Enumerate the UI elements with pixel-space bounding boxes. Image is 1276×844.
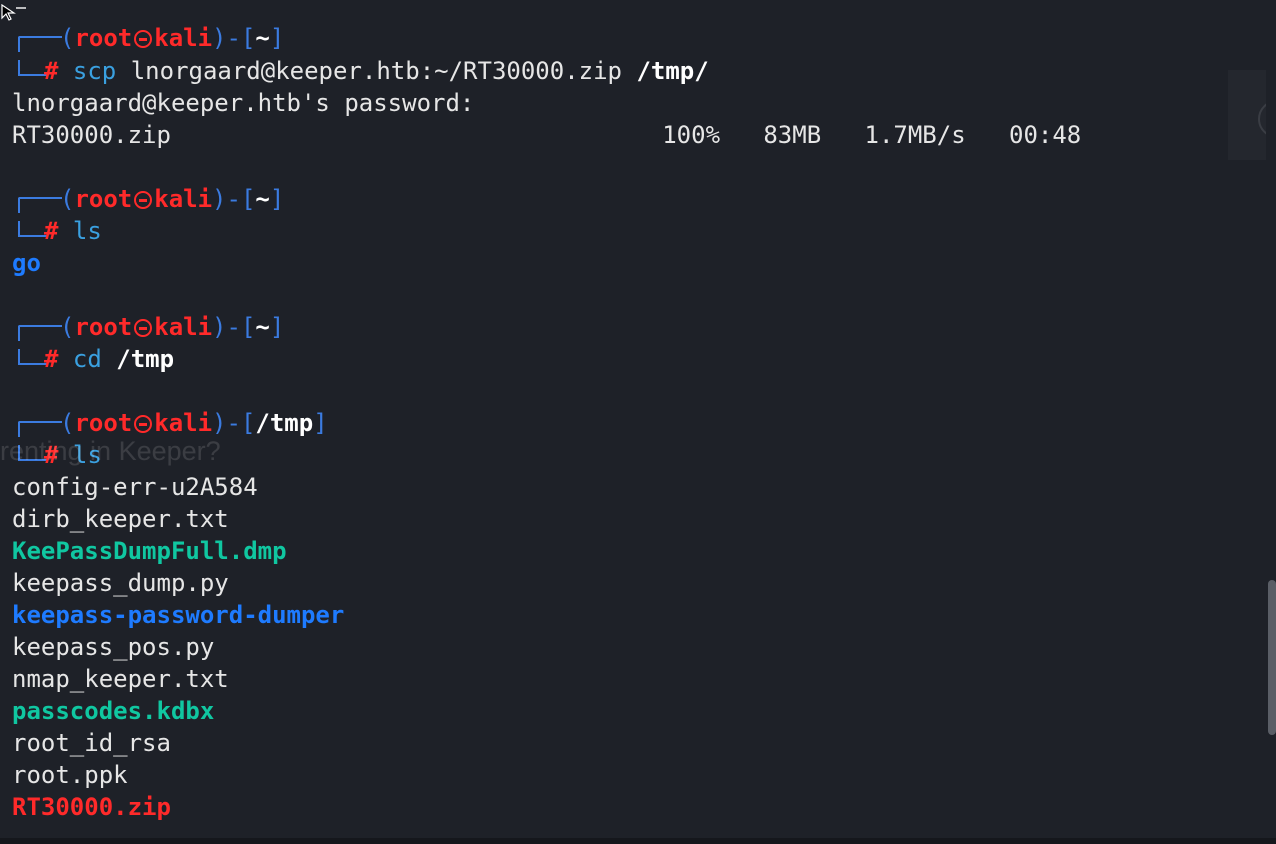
bottom-border xyxy=(0,838,1276,844)
prompt-frame-top xyxy=(18,197,62,213)
file-entry-special: passcodes.kdbx xyxy=(12,697,215,725)
output-line: lnorgaard@keeper.htb's password: xyxy=(12,89,475,117)
output-line: RT30000.zip 100% 83MB 1.7MB/s 00:48 xyxy=(12,121,1082,149)
file-entry: nmap_keeper.txt xyxy=(12,665,229,693)
prompt-frame-top xyxy=(18,325,62,341)
file-entry: dirb_keeper.txt xyxy=(12,505,229,533)
kali-skull-icon xyxy=(134,415,153,433)
file-entry: root.ppk xyxy=(12,761,128,789)
overlay-ghost-text: renting in Keeper? xyxy=(0,436,221,466)
kali-skull-icon xyxy=(134,191,153,209)
file-entry: keepass_pos.py xyxy=(12,633,215,661)
file-entry-special: KeePassDumpFull.dmp xyxy=(12,537,287,565)
file-entry: config-err-u2A584 xyxy=(12,473,258,501)
command-line[interactable]: # cd /tmp xyxy=(44,343,174,375)
file-entry: keepass_dump.py xyxy=(12,569,229,597)
directory-entry: keepass-password-dumper xyxy=(12,601,345,629)
kali-skull-icon xyxy=(134,30,153,48)
mouse-cursor-icon xyxy=(0,0,28,21)
prompt-header: (root kali)-[/tmp] xyxy=(60,409,328,437)
prompt-frame-top xyxy=(18,421,62,437)
command-line[interactable]: # ls xyxy=(44,215,102,247)
prompt-header: (root kali)-[~] xyxy=(60,185,285,213)
prompt-frame-top xyxy=(18,36,62,52)
prompt-header: (root kali)-[~] xyxy=(60,24,285,52)
scrollbar[interactable] xyxy=(1266,0,1276,844)
scrollbar-thumb[interactable] xyxy=(1268,580,1276,735)
file-entry: root_id_rsa xyxy=(12,729,171,757)
directory-entry: go xyxy=(12,249,41,277)
terminal-window[interactable]: (root kali)-[~] # scp lnorgaard@keeper.ht… xyxy=(0,0,1276,844)
archive-entry: RT30000.zip xyxy=(12,793,171,821)
prompt-header: (root kali)-[~] xyxy=(60,313,285,341)
command-line[interactable]: # scp lnorgaard@keeper.htb:~/RT30000.zip… xyxy=(44,55,709,87)
kali-skull-icon xyxy=(134,319,153,337)
